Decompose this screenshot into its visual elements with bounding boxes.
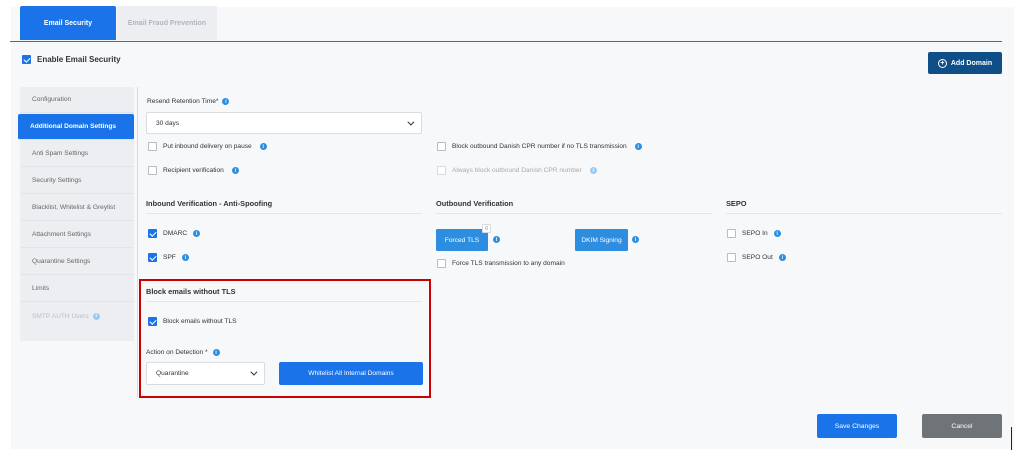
dmarc-option[interactable]: DMARC i: [148, 229, 201, 238]
always-block-cpr-label: Always block outbound Danish CPR number: [452, 167, 582, 174]
sidebar-item-smtp-auth-users: SMTP AUTH Users i: [20, 303, 134, 329]
recipient-verification-option[interactable]: Recipient verification i: [148, 166, 239, 175]
info-icon: i: [212, 349, 220, 356]
resend-retention-value: 30 days: [156, 119, 180, 127]
block-without-tls-title: Block emails without TLS: [146, 287, 236, 296]
info-icon: i: [259, 143, 267, 150]
always-block-cpr-checkbox: [437, 166, 446, 175]
resend-retention-label: Resend Retention Time* i: [147, 98, 230, 105]
sepo-in-label: SEPO In: [742, 230, 768, 237]
save-changes-button[interactable]: Save Changes: [817, 414, 897, 438]
plus-circle-icon: +: [937, 58, 947, 68]
settings-sidebar: Configuration Additional Domain Settings…: [18, 87, 134, 341]
enable-email-security-checkbox[interactable]: [22, 55, 31, 64]
block-outbound-cpr-checkbox[interactable]: [437, 142, 446, 151]
info-icon: i: [181, 254, 189, 261]
info-icon: i: [634, 143, 642, 150]
always-block-cpr-option: Always block outbound Danish CPR number …: [437, 166, 597, 175]
sidebar-item-label: SMTP AUTH Users: [32, 312, 89, 320]
block-without-tls-label: Block emails without TLS: [163, 318, 237, 325]
sidebar-item-configuration[interactable]: Configuration: [20, 87, 134, 113]
tab-bar: Email Security Email Fraud Prevention: [10, 6, 1002, 42]
info-icon: i: [222, 98, 230, 105]
resend-retention-label-text: Resend Retention Time*: [147, 98, 219, 105]
block-outbound-cpr-label: Block outbound Danish CPR number if no T…: [452, 143, 627, 150]
sidebar-item-security-settings[interactable]: Security Settings: [20, 168, 134, 194]
dmarc-checkbox[interactable]: [148, 229, 157, 238]
text-cursor: [1011, 427, 1012, 450]
dmarc-label: DMARC: [163, 230, 188, 237]
info-icon: i: [589, 167, 597, 174]
outbound-verification-title: Outbound Verification: [436, 199, 514, 208]
sepo-in-checkbox[interactable]: [727, 229, 736, 238]
sidebar-item-quarantine-settings[interactable]: Quarantine Settings: [20, 249, 134, 275]
recipient-verification-label: Recipient verification: [163, 167, 224, 174]
cancel-button[interactable]: Cancel: [922, 414, 1002, 438]
action-on-detection-value: Quarantine: [156, 370, 189, 377]
info-icon: i: [193, 230, 201, 237]
force-tls-any-label: Force TLS transmission to any domain: [452, 260, 565, 267]
force-tls-any-checkbox[interactable]: [437, 259, 446, 268]
sepo-title: SEPO: [726, 199, 747, 208]
sidebar-item-attachment-settings[interactable]: Attachment Settings: [20, 222, 134, 248]
inbound-verification-divider: [146, 213, 422, 214]
dkim-signing-button[interactable]: DKIM Signing: [575, 229, 628, 251]
sepo-out-checkbox[interactable]: [727, 253, 736, 262]
tab-email-fraud-prevention[interactable]: Email Fraud Prevention: [117, 6, 217, 40]
enable-email-security-row[interactable]: Enable Email Security: [22, 55, 121, 64]
enable-email-security-label: Enable Email Security: [37, 55, 121, 64]
content-divider: [137, 87, 138, 397]
put-inbound-pause-label: Put inbound delivery on pause: [163, 143, 252, 150]
info-icon: i: [493, 236, 500, 243]
inbound-verification-title: Inbound Verification - Anti-Spoofing: [146, 199, 273, 208]
whitelist-all-internal-domains-button[interactable]: Whitelist All Internal Domains: [279, 362, 423, 385]
put-inbound-pause-checkbox[interactable]: [148, 142, 157, 151]
spf-checkbox[interactable]: [148, 253, 157, 262]
sepo-out-option[interactable]: SEPO Out i: [727, 253, 786, 262]
info-icon: i: [632, 236, 639, 243]
info-icon: i: [773, 230, 781, 237]
action-on-detection-select[interactable]: Quarantine: [146, 362, 265, 385]
add-domain-label: Add Domain: [950, 59, 993, 67]
sepo-divider: [726, 213, 1002, 214]
sidebar-item-blacklist-whitelist-greylist[interactable]: Blacklist, Whitelist & Greylist: [20, 195, 134, 221]
info-icon: i: [778, 254, 786, 261]
forced-tls-count-badge: 0: [482, 224, 491, 233]
sepo-out-label: SEPO Out: [742, 254, 773, 261]
spf-label: SPF: [163, 254, 176, 261]
resend-retention-select[interactable]: 30 days: [146, 112, 422, 134]
chevron-down-icon: [250, 368, 258, 376]
sidebar-item-limits[interactable]: Limits: [20, 276, 134, 302]
outbound-verification-divider: [436, 213, 712, 214]
action-on-detection-label-text: Action on Detection *: [146, 349, 208, 356]
chevron-down-icon: [407, 118, 415, 126]
sidebar-item-additional-domain-settings[interactable]: Additional Domain Settings: [18, 114, 134, 140]
block-outbound-cpr-option[interactable]: Block outbound Danish CPR number if no T…: [437, 142, 642, 151]
action-on-detection-label: Action on Detection * i: [146, 349, 220, 356]
info-icon: i: [92, 312, 100, 320]
sidebar-item-anti-spam-settings[interactable]: Anti Spam Settings: [20, 141, 134, 167]
add-domain-button[interactable]: + Add Domain: [928, 52, 1002, 74]
info-icon: i: [231, 167, 239, 174]
recipient-verification-checkbox[interactable]: [148, 166, 157, 175]
block-without-tls-divider: [146, 301, 422, 302]
block-without-tls-checkbox[interactable]: [148, 317, 157, 326]
put-inbound-pause-option[interactable]: Put inbound delivery on pause i: [148, 142, 267, 151]
force-tls-any-option[interactable]: Force TLS transmission to any domain: [437, 259, 565, 268]
sepo-in-option[interactable]: SEPO In i: [727, 229, 781, 238]
forced-tls-button[interactable]: Forced TLS: [436, 229, 488, 251]
spf-option[interactable]: SPF i: [148, 253, 189, 262]
block-without-tls-option[interactable]: Block emails without TLS: [148, 317, 237, 326]
tab-email-security[interactable]: Email Security: [20, 6, 116, 40]
